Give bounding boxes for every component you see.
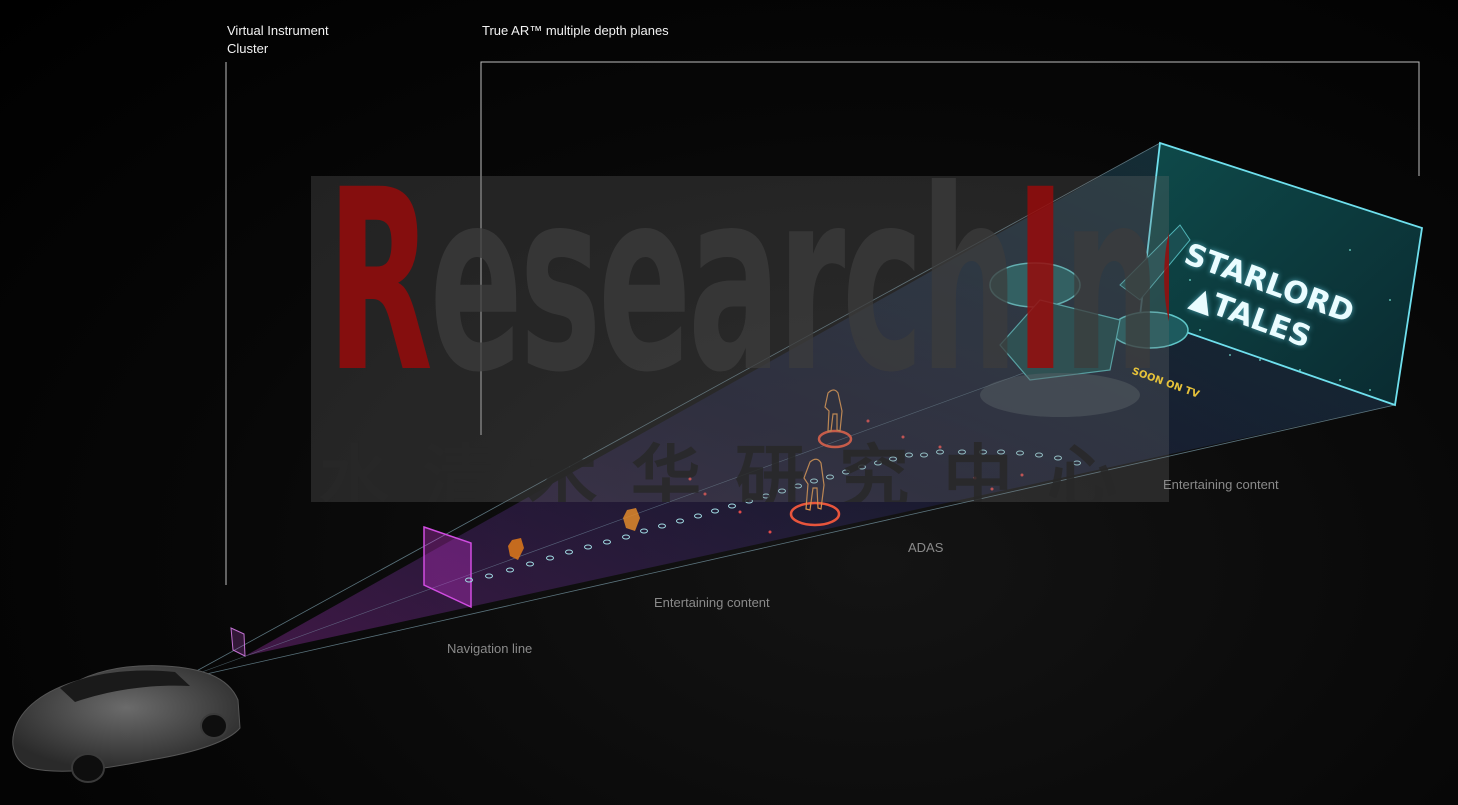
true-ar-label: True AR™ multiple depth planes	[482, 23, 669, 38]
watermark-letter-i: I	[1014, 176, 1066, 427]
virtual-cluster-label-line2: Cluster	[227, 41, 269, 56]
watermark-title: ResearchInChina	[327, 176, 1169, 427]
watermark-word-esearch: esearch	[429, 176, 1019, 427]
watermark-chinese: 水清木华研究中心	[319, 437, 1151, 502]
navigation-line-label: Navigation line	[447, 641, 533, 656]
entertaining-near-label: Entertaining content	[654, 595, 770, 610]
watermark: ResearchInChina 水清木华研究中心	[311, 176, 1169, 502]
car-illustration	[12, 665, 241, 783]
entertaining-far-label: Entertaining content	[1163, 477, 1279, 492]
adas-label: ADAS	[908, 540, 944, 555]
watermark-letter-n: n	[1062, 176, 1161, 427]
watermark-letter-r: R	[327, 176, 433, 427]
virtual-cluster-label-line1: Virtual Instrument	[227, 23, 329, 38]
cluster-plane	[230, 627, 246, 657]
virtual-cluster-label: Virtual Instrument Cluster	[227, 22, 329, 58]
